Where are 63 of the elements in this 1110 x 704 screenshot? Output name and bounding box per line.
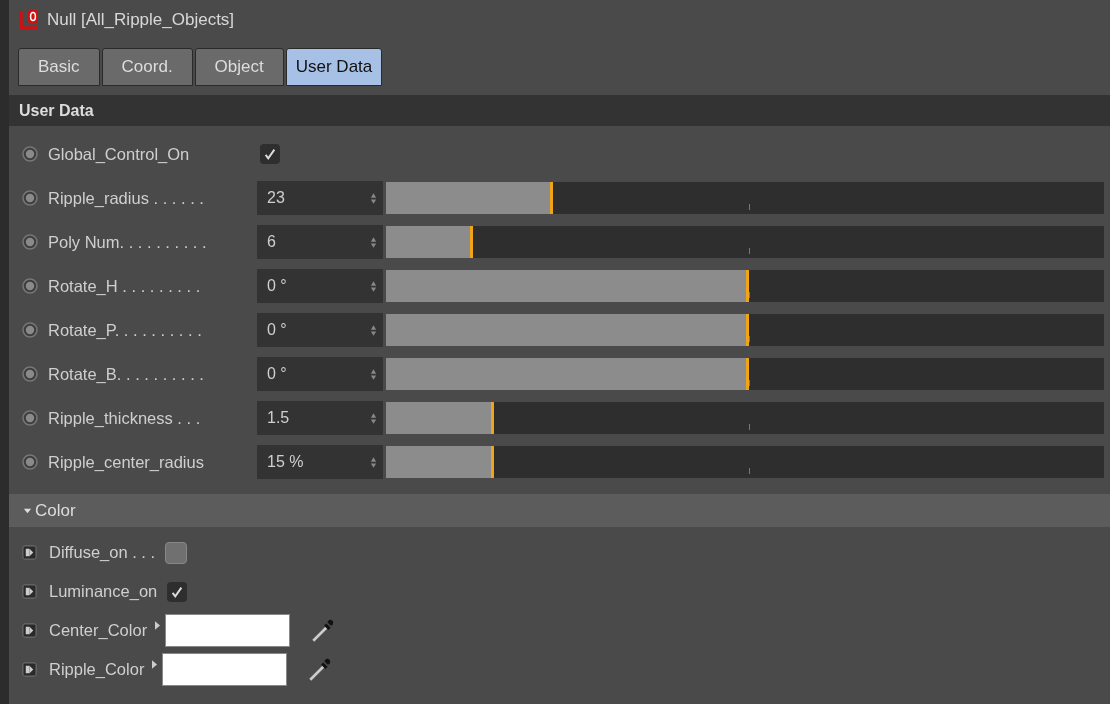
checkbox[interactable] bbox=[260, 144, 280, 164]
animation-toggle-icon[interactable] bbox=[22, 146, 38, 162]
number-field[interactable]: 15 % bbox=[257, 445, 383, 479]
expand-arrow-icon[interactable] bbox=[155, 621, 161, 630]
parameter-label: Poly Num. . . . . . . . . . bbox=[48, 232, 208, 252]
parameter-label: Ripple_Color bbox=[49, 660, 145, 679]
slider-track[interactable] bbox=[386, 270, 1104, 302]
keyframe-icon[interactable] bbox=[22, 545, 37, 560]
slider-track[interactable] bbox=[386, 446, 1104, 478]
number-field[interactable]: 23 bbox=[257, 181, 383, 215]
number-field[interactable]: 6 bbox=[257, 225, 383, 259]
parameter-label: Rotate_B. . . . . . . . . . bbox=[48, 364, 205, 384]
tab[interactable]: Object bbox=[194, 48, 284, 86]
parameter-label: Ripple_thickness . . . bbox=[48, 408, 202, 428]
spinner-icon[interactable] bbox=[370, 235, 377, 249]
keyframe-icon[interactable] bbox=[22, 662, 37, 677]
checkmark-icon bbox=[263, 147, 277, 161]
parameter-label: Diffuse_on . . . bbox=[49, 543, 156, 562]
group-header[interactable]: Color bbox=[9, 494, 1110, 527]
tab[interactable]: User Data bbox=[285, 48, 383, 86]
slider-track[interactable] bbox=[386, 226, 1104, 258]
animation-toggle-icon[interactable] bbox=[22, 234, 38, 250]
group-title: Color bbox=[35, 500, 76, 521]
parameter-label: Center_Color bbox=[49, 621, 148, 640]
spinner-icon[interactable] bbox=[370, 367, 377, 381]
animation-toggle-icon[interactable] bbox=[22, 366, 38, 382]
parameter-label: Luminance_on bbox=[49, 582, 158, 601]
parameter-label: Rotate_P. . . . . . . . . . bbox=[48, 320, 203, 340]
parameter-label: Rotate_H . . . . . . . . . bbox=[48, 276, 202, 296]
number-field[interactable]: 0 ° bbox=[257, 313, 383, 347]
color-swatch[interactable] bbox=[165, 614, 291, 647]
checkbox[interactable] bbox=[165, 541, 188, 564]
checkmark-icon bbox=[170, 584, 185, 599]
slider-track[interactable] bbox=[386, 358, 1104, 390]
window-title: Null [All_Ripple_Objects] bbox=[47, 10, 235, 30]
slider-track[interactable] bbox=[386, 182, 1104, 214]
slider-track[interactable] bbox=[386, 314, 1104, 346]
spinner-icon[interactable] bbox=[370, 191, 377, 205]
spinner-icon[interactable] bbox=[370, 279, 377, 293]
color-swatch[interactable] bbox=[162, 653, 288, 686]
checkbox[interactable] bbox=[167, 581, 188, 602]
animation-toggle-icon[interactable] bbox=[22, 322, 38, 338]
tab[interactable]: Coord. bbox=[101, 48, 193, 86]
section-title: User Data bbox=[19, 101, 94, 120]
animation-toggle-icon[interactable] bbox=[22, 410, 38, 426]
expand-arrow-icon[interactable] bbox=[152, 660, 158, 669]
animation-toggle-icon[interactable] bbox=[22, 190, 38, 206]
number-field[interactable]: 0 ° bbox=[257, 357, 383, 391]
number-field[interactable]: 0 ° bbox=[257, 269, 383, 303]
animation-toggle-icon[interactable] bbox=[22, 278, 38, 294]
number-field[interactable]: 1.5 bbox=[257, 401, 383, 435]
spinner-icon[interactable] bbox=[370, 411, 377, 425]
keyframe-icon[interactable] bbox=[22, 584, 37, 599]
parameter-label: Ripple_radius . . . . . . bbox=[48, 188, 205, 208]
tab[interactable]: Basic bbox=[18, 48, 100, 86]
keyframe-icon[interactable] bbox=[22, 623, 37, 638]
parameter-label: Global_Control_On bbox=[48, 144, 191, 164]
animation-toggle-icon[interactable] bbox=[22, 454, 38, 470]
parameter-label: Ripple_center_radius bbox=[48, 452, 205, 472]
slider-track[interactable] bbox=[386, 402, 1104, 434]
spinner-icon[interactable] bbox=[370, 323, 377, 337]
null-object-icon bbox=[19, 9, 41, 31]
spinner-icon[interactable] bbox=[370, 455, 377, 469]
